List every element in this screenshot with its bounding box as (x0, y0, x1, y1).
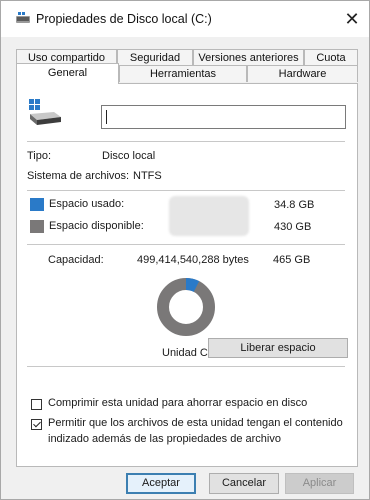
close-button[interactable]: ✕ (339, 7, 365, 33)
type-value: Disco local (102, 150, 156, 162)
tab-general[interactable]: General (16, 63, 119, 84)
separator (27, 190, 345, 191)
window-title: Propiedades de Disco local (C:) (36, 12, 212, 26)
filesystem-value: NTFS (133, 170, 162, 182)
cancel-button[interactable]: Cancelar (209, 473, 279, 494)
disk-cleanup-button[interactable]: Liberar espacio (208, 338, 348, 358)
separator (27, 141, 345, 142)
used-space-label: Espacio usado: (49, 198, 125, 210)
index-label-line1: Permitir que los archivos de esta unidad… (48, 417, 343, 429)
filesystem-label: Sistema de archivos: (27, 170, 130, 182)
properties-window: Propiedades de Disco local (C:) ✕ Uso co… (0, 0, 370, 500)
separator (27, 244, 345, 245)
free-space-size: 430 GB (274, 221, 312, 233)
disk-usage-donut (157, 278, 215, 336)
compress-checkbox[interactable] (31, 399, 42, 410)
free-space-ring (157, 278, 215, 336)
index-checkbox[interactable] (31, 419, 42, 430)
separator (27, 366, 345, 367)
used-space-swatch (30, 198, 44, 211)
ok-button[interactable]: Aceptar (126, 473, 196, 494)
used-space-size: 34.8 GB (274, 199, 315, 211)
index-label-line2: indizado además de las propiedades de ar… (48, 433, 281, 445)
tab-seguridad[interactable]: Seguridad (117, 49, 193, 65)
tab-hardware[interactable]: Hardware (247, 65, 358, 82)
capacity-bytes: 499,414,540,288 bytes (137, 254, 249, 266)
free-space-swatch (30, 220, 44, 233)
capacity-label: Capacidad: (48, 254, 104, 266)
free-space-label: Espacio disponible: (49, 220, 144, 232)
drive-label: Unidad C (162, 347, 208, 359)
drive-name-input[interactable] (101, 105, 346, 129)
capacity-size: 465 GB (273, 254, 311, 266)
tab-cuota[interactable]: Cuota (304, 49, 358, 65)
compress-label: Comprimir esta unidad para ahorrar espac… (48, 397, 308, 409)
hard-drive-icon (29, 99, 61, 125)
text-caret (106, 110, 107, 124)
apply-button[interactable]: Aplicar (285, 473, 354, 494)
type-label: Tipo: (27, 150, 52, 162)
drive-icon (16, 12, 30, 23)
redacted-bytes (169, 196, 249, 236)
title-bar[interactable]: Propiedades de Disco local (C:) ✕ (1, 1, 369, 37)
tab-herramientas[interactable]: Herramientas (119, 65, 247, 82)
tab-versiones-anteriores[interactable]: Versiones anteriores (193, 49, 304, 65)
